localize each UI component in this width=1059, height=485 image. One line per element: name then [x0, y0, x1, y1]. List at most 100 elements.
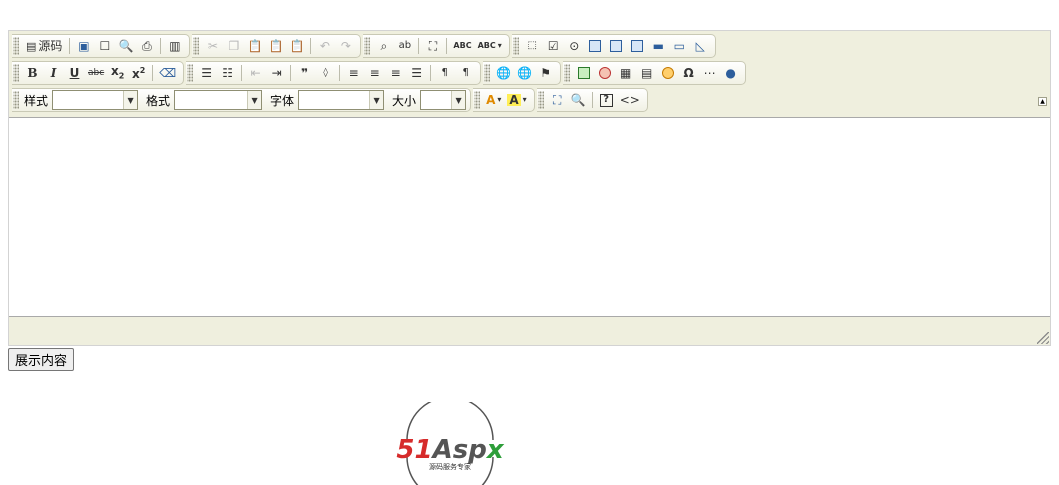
help-icon: ? [599, 93, 613, 107]
toolbar-grip-icon[interactable] [364, 37, 371, 55]
toolbar-grip-icon[interactable] [564, 64, 571, 82]
radio-button[interactable]: ⊙ [564, 36, 585, 56]
indent-button[interactable]: ⇥ [266, 63, 287, 83]
select-field-button[interactable] [627, 36, 648, 56]
paste-text-button[interactable]: 📋 [265, 36, 286, 56]
print-button[interactable]: ⎙ [136, 36, 157, 56]
align-center-button[interactable]: ≡ [364, 63, 385, 83]
toolbar-grip-icon[interactable] [187, 64, 194, 82]
undo-button[interactable]: ↶ [314, 36, 335, 56]
indent-icon: ⇥ [271, 66, 282, 80]
special-char-button[interactable]: Ω [678, 63, 699, 83]
unlink-button[interactable]: 🌐 [514, 63, 535, 83]
background-color-button[interactable]: A [504, 90, 529, 110]
rtl-icon: ¶ [462, 67, 469, 78]
image-button-button[interactable]: ▭ [669, 36, 690, 56]
smiley-button[interactable] [657, 63, 678, 83]
maximize-button[interactable]: ⛶ [547, 90, 568, 110]
hidden-field-icon: ◺ [695, 39, 705, 53]
page-break-button[interactable]: ⋯ [699, 63, 720, 83]
spell-check-button[interactable]: ABC [450, 36, 474, 56]
toolbar-grip-icon[interactable] [13, 91, 19, 109]
format-combo[interactable]: ▼ [174, 90, 263, 110]
image-button[interactable] [573, 63, 594, 83]
toolbar-grip-icon[interactable] [193, 37, 200, 55]
checkbox-button[interactable]: ☑ [543, 36, 564, 56]
site-logo: 51Aspx 源码服务专家 [396, 402, 505, 485]
font-combo[interactable]: ▼ [298, 90, 385, 110]
remove-format-button[interactable]: ⌫ [156, 63, 179, 83]
style-combo[interactable]: ▼ [52, 90, 139, 110]
show-content-button[interactable]: 展示内容 [8, 348, 75, 371]
chevron-down-icon[interactable]: ▼ [369, 91, 384, 109]
toolbar-grip-icon[interactable] [512, 37, 519, 55]
link-button[interactable]: 🌐 [493, 63, 514, 83]
preview-button[interactable]: 🔍 [115, 36, 136, 56]
about-button[interactable]: ? [596, 90, 617, 110]
new-page-button[interactable]: ☐ [94, 36, 115, 56]
replace-icon: ab [398, 40, 412, 51]
align-left-icon: ≡ [348, 66, 359, 80]
undo-icon: ↶ [319, 39, 330, 53]
toolbar-grip-icon[interactable] [474, 91, 481, 109]
form-icon: ⬚ [527, 40, 537, 51]
templates-button[interactable]: ▥ [164, 36, 185, 56]
toolbar-grip-icon[interactable] [537, 91, 544, 109]
underline-button[interactable]: U [64, 63, 85, 83]
subscript-icon: x2 [111, 64, 125, 81]
editor-content-area[interactable] [9, 117, 1050, 317]
replace-button[interactable]: ab [394, 36, 415, 56]
toolbar-separator [418, 38, 420, 54]
show-blocks-button[interactable]: 🔍 [568, 90, 589, 110]
code-button[interactable]: <> [617, 90, 643, 110]
toolbar-group-paragraph: ☰ ☷ ⇤ ⇥ ❞ ◊ ≡ ≡ ≡ ☰ ¶ ¶ [186, 61, 482, 85]
toolbar-row-3: 样式 ▼ 格式 ▼ 字体 ▼ 大小 ▼ A ▾ A ▾ ⛶ 🔍 ? <> [12, 87, 650, 113]
spell-check-as-you-type-button[interactable]: ABC [475, 36, 505, 56]
blockquote-button[interactable]: ❞ [294, 63, 315, 83]
toolbar-grip-icon[interactable] [13, 64, 19, 82]
size-combo[interactable]: ▼ [420, 90, 467, 110]
resize-grip-icon[interactable] [1037, 332, 1049, 344]
horizontal-rule-button[interactable]: ▤ [636, 63, 657, 83]
toolbar-grip-icon[interactable] [484, 64, 491, 82]
spell-check-as-you-type-icon: ABC [477, 41, 496, 50]
form-button[interactable]: ⬚ [522, 36, 543, 56]
form-button-button[interactable]: ▬ [648, 36, 669, 56]
copy-button[interactable]: ❐ [223, 36, 244, 56]
redo-button[interactable]: ↷ [335, 36, 356, 56]
bold-button[interactable]: B [22, 63, 43, 83]
chevron-down-icon[interactable]: ▼ [247, 91, 262, 109]
hidden-field-button[interactable]: ◺ [690, 36, 711, 56]
cut-button[interactable]: ✂ [202, 36, 223, 56]
strikethrough-button[interactable]: abc [85, 63, 107, 83]
subscript-button[interactable]: x2 [107, 63, 128, 83]
select-all-button[interactable]: ⛶ [422, 36, 443, 56]
superscript-button[interactable]: x2 [128, 63, 149, 83]
text-color-button[interactable]: A [483, 90, 504, 110]
paste-word-button[interactable]: 📋 [286, 36, 307, 56]
rtl-button[interactable]: ¶ [455, 63, 476, 83]
iframe-button[interactable]: ● [720, 63, 741, 83]
align-justify-button[interactable]: ☰ [406, 63, 427, 83]
chevron-down-icon[interactable]: ▼ [123, 91, 138, 109]
numbered-list-button[interactable]: ☰ [196, 63, 217, 83]
bulleted-list-button[interactable]: ☷ [217, 63, 238, 83]
create-div-button[interactable]: ◊ [315, 63, 336, 83]
text-field-button[interactable] [585, 36, 606, 56]
table-button[interactable]: ▦ [615, 63, 636, 83]
collapse-toolbar-button[interactable]: ▲ [1038, 97, 1047, 106]
find-button[interactable]: ⌕ [373, 36, 394, 56]
paste-button[interactable]: 📋 [244, 36, 265, 56]
outdent-button[interactable]: ⇤ [245, 63, 266, 83]
chevron-down-icon[interactable]: ▼ [451, 91, 466, 109]
source-button[interactable]: ▤ 源码 [22, 36, 66, 56]
save-button[interactable]: ▣ [73, 36, 94, 56]
anchor-button[interactable]: ⚑ [535, 63, 556, 83]
align-left-button[interactable]: ≡ [343, 63, 364, 83]
textarea-button[interactable] [606, 36, 627, 56]
italic-button[interactable]: I [43, 63, 64, 83]
toolbar-grip-icon[interactable] [13, 37, 19, 55]
ltr-button[interactable]: ¶ [434, 63, 455, 83]
align-right-button[interactable]: ≡ [385, 63, 406, 83]
flash-button[interactable] [594, 63, 615, 83]
